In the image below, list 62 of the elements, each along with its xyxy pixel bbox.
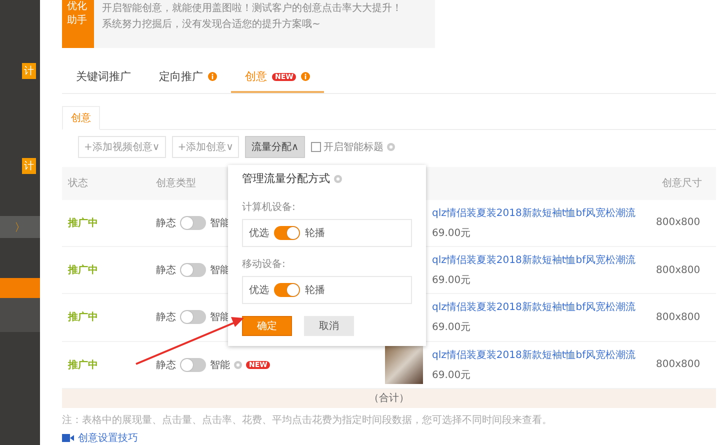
size-text: 800x800 (656, 217, 702, 228)
sidebar-badge: 计 (22, 158, 36, 174)
static-label: 静态 (156, 216, 176, 230)
toggle-switch[interactable] (180, 263, 206, 278)
option-label: 优选 (249, 226, 269, 240)
option-label: 优选 (249, 284, 269, 297)
size-text: 800x800 (656, 264, 702, 276)
static-label: 静态 (156, 310, 176, 324)
toggle-switch[interactable] (180, 358, 206, 372)
column-header: 状态 (68, 176, 88, 190)
option-label: 轮播 (305, 226, 325, 240)
video-camera-icon (62, 434, 74, 442)
option-label: 轮播 (305, 284, 325, 297)
status-text: 推广中 (66, 310, 99, 324)
cancel-button[interactable]: 取消 (304, 316, 354, 336)
price-text: 69.00元 (432, 321, 472, 334)
price-text: 69.00元 (432, 274, 472, 288)
static-label: 静态 (156, 264, 176, 278)
price-text: 69.00元 (432, 368, 472, 382)
group-label: 移动设备: (242, 258, 286, 271)
banner-badge: 优化助手 (62, 0, 94, 48)
price-text: 69.00元 (432, 226, 472, 240)
product-link[interactable]: qlz情侣装夏装2018新款短袖t恤bf风宽松潮流 (432, 348, 656, 362)
toggle-switch[interactable] (274, 283, 300, 297)
product-link[interactable]: qlz情侣装夏装2018新款短袖t恤bf风宽松潮流 (432, 300, 656, 314)
product-link[interactable]: qlz情侣装夏装2018新款短袖t恤bf风宽松潮流 (432, 206, 656, 220)
tips-link[interactable]: 创意设置技巧 (78, 431, 138, 445)
sidebar-item[interactable] (0, 298, 40, 332)
status-text: 推广中 (66, 216, 99, 230)
confirm-button[interactable]: 确定 (242, 316, 292, 336)
sidebar-item[interactable] (0, 278, 40, 298)
status-text: 推广中 (66, 358, 99, 372)
tab[interactable]: 关键词推广 (62, 62, 145, 93)
help-icon[interactable] (386, 143, 395, 151)
dropdown-button[interactable]: +添加创意∨ (172, 136, 240, 158)
subtab[interactable]: 创意 (62, 106, 100, 130)
static-label: 静态 (156, 358, 176, 372)
checkbox[interactable] (310, 142, 321, 152)
toggle-switch[interactable] (274, 226, 300, 240)
note-text: 注：表格中的展现量、点击量、点击率、花费、平均点击花费为指定时间段数据，您可选择不同时间段来查看。 (62, 414, 553, 428)
column-header: 创意类型 (156, 176, 196, 190)
dropdown-button[interactable]: 流量分配∧ (245, 136, 305, 158)
dropdown-button[interactable]: +添加视频创意∨ (78, 136, 166, 158)
popup-title: 管理流量分配方式 (242, 171, 330, 186)
tab[interactable]: 定向推广 (145, 62, 231, 93)
size-text: 800x800 (656, 312, 702, 323)
group-label: 计算机设备: (242, 200, 296, 214)
toggle-switch[interactable] (180, 216, 206, 230)
sidebar-badge: 计 (22, 63, 36, 79)
size-text: 800x800 (656, 359, 702, 370)
help-icon[interactable] (334, 174, 342, 182)
checkbox-label: 开启智能标题 (324, 140, 384, 154)
banner-text: 开启智能创意，就能使用盖图啦！测试客户的创意点击率大大提升！ (102, 2, 402, 15)
total-label: （合计） (369, 392, 409, 406)
banner-text: 系统努力挖掘后，没有发现合适您的提升方案哦~ (102, 18, 322, 31)
toggle-switch[interactable] (180, 310, 206, 324)
sidebar-item[interactable]: 〉 (0, 216, 40, 238)
help-icon[interactable] (234, 360, 242, 369)
smart-label: 智能 (210, 358, 230, 372)
product-link[interactable]: qlz情侣装夏装2018新款短袖t恤bf风宽松潮流 (432, 253, 656, 268)
status-text: 推广中 (66, 263, 99, 278)
column-header: 创意尺寸 (662, 176, 702, 190)
